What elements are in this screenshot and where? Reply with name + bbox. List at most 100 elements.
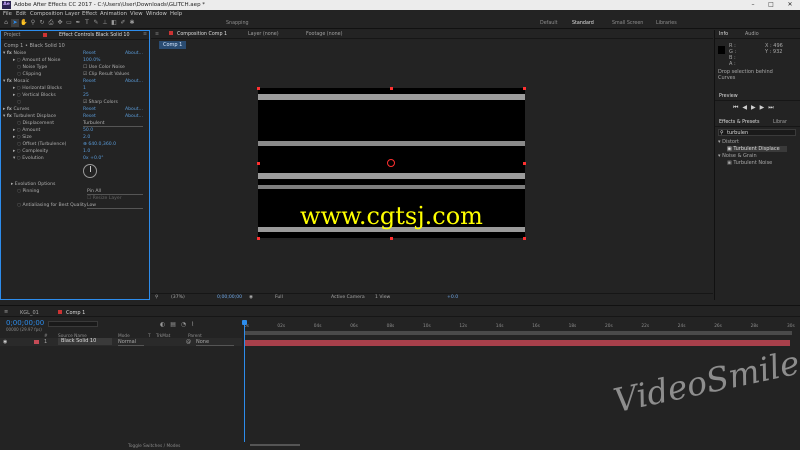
fx-clipping[interactable]: ◌ Clipping ☑ Clip Result Values [3,72,147,79]
panel-menu-icon[interactable]: ≡ [155,32,159,37]
fx-noise[interactable]: ▾ fx Noise Reset About... [3,51,147,58]
brush-tool-icon[interactable]: ✎ [92,19,100,27]
zoom-select[interactable]: (37%) [171,295,185,300]
hand-tool-icon[interactable]: ✋ [20,19,28,27]
panel-menu-icon[interactable]: ≡ [4,309,8,315]
fx-antialiasing[interactable]: ◌ Antialiasing for Best Quality Low [3,203,147,210]
layer-mode-select[interactable]: Normal [118,339,144,346]
tab-preview[interactable]: Preview [719,94,738,99]
tree-turbulent-noise[interactable]: ▣ Turbulent Noise [727,160,772,166]
graph-editor-icon[interactable]: ⌇ [191,321,199,328]
next-frame-icon[interactable]: ▶ [760,104,769,111]
fx-vertical-blocks[interactable]: ▸ ◌ Vertical Blocks 25 [3,93,147,100]
menu-window[interactable]: Window [146,11,167,17]
prev-frame-icon[interactable]: ◀ [742,104,751,111]
transform-handle[interactable] [257,87,260,90]
magnifier-icon[interactable]: ⚲ [155,295,158,300]
resolution-select[interactable]: Full [275,295,283,300]
layer-parent-select[interactable]: None [196,339,234,346]
current-time[interactable]: 0;00;00;00 [217,295,242,300]
tab-effects-presets[interactable]: Effects & Presets [719,120,760,125]
pan-behind-tool-icon[interactable]: ✥ [56,19,64,27]
fx-mosaic[interactable]: ▾ fx Mosaic Reset About... [3,79,147,86]
shy-icon[interactable]: ◐ [160,321,170,328]
layer-duration-bar[interactable] [244,340,790,346]
play-icon[interactable]: ▶ [751,104,760,111]
time-ruler[interactable] [244,320,794,330]
menu-composition[interactable]: Composition [30,11,63,17]
menu-edit[interactable]: Edit [16,11,26,17]
fx-noise-type[interactable]: ◌ Noise Type ☐ Use Color Noise [3,65,147,72]
tab-footage[interactable]: Footage (none) [306,32,343,37]
fx-evolution[interactable]: ▾ ◌ Evolution 0x +0.0° [3,156,147,163]
minimize-icon[interactable]: – [744,1,762,9]
menu-animation[interactable]: Animation [100,11,127,17]
layer-row[interactable]: ◉ 1 Black Solid 10 Normal @ None [0,338,242,346]
tree-turbulent-displace[interactable]: ▣ Turbulent Displace [727,146,787,152]
timeline-search-input[interactable] [48,321,98,327]
lock-icon[interactable] [43,33,47,37]
label-color-swatch[interactable] [34,340,39,344]
fx-pinning[interactable]: ◌ Pinning Pin All [3,189,147,196]
exposure-value[interactable]: +0.0 [447,295,458,300]
workspace-libraries[interactable]: Libraries [656,21,677,26]
maximize-icon[interactable]: □ [762,1,780,9]
eraser-tool-icon[interactable]: ◧ [110,19,118,27]
fx-amount-of-noise[interactable]: ▸ ◌ Amount of Noise 100.0% [3,58,147,65]
motion-blur-icon[interactable]: ◔ [181,321,191,328]
roto-brush-tool-icon[interactable]: ✐ [119,19,127,27]
tab-audio[interactable]: Audio [745,32,759,37]
active-camera-select[interactable]: Active Camera [331,295,365,300]
menu-help[interactable]: Help [170,11,182,17]
transform-handle[interactable] [523,87,526,90]
selection-tool-icon[interactable]: ➤ [11,19,19,27]
layer-name[interactable]: Black Solid 10 [58,338,112,345]
tree-distort[interactable]: ▾ Distort [718,139,739,145]
tab-comp-1[interactable]: Comp 1 [66,310,85,316]
fx-complexity[interactable]: ▸ ◌ Complexity 1.0 [3,149,147,156]
evolution-dial[interactable] [83,164,97,178]
lock-icon[interactable] [58,310,62,314]
parent-pickwhip-icon[interactable]: @ [186,339,191,345]
eye-icon[interactable]: ◉ [3,339,7,345]
transform-handle[interactable] [523,162,526,165]
anchor-point-icon[interactable] [387,159,395,167]
tree-noise-grain[interactable]: ▾ Noise & Grain [718,153,757,159]
transform-handle[interactable] [390,237,393,240]
toggle-switches-modes[interactable]: Toggle Switches / Modes [128,444,180,449]
frame-blend-icon[interactable]: ▤ [170,321,181,328]
panel-menu-icon[interactable]: ≡ [143,32,147,37]
tab-layer[interactable]: Layer (none) [248,32,279,37]
rotate-tool-icon[interactable]: ↻ [38,19,46,27]
first-frame-icon[interactable]: ⏮ [733,104,742,111]
lock-icon[interactable] [169,31,173,35]
work-area-bar[interactable] [244,331,792,335]
menu-layer[interactable]: Layer [65,11,80,17]
fx-curves[interactable]: ▸ fx Curves Reset About... [3,107,147,114]
tab-composition[interactable]: Composition Comp 1 [177,32,227,37]
fx-sharp-colors[interactable]: ◌ ☑ Sharp Colors [3,100,147,107]
tab-kgl-01[interactable]: KGL_01 [20,310,39,316]
playhead-handle[interactable] [242,320,247,325]
workspace-standard[interactable]: Standard [572,21,594,26]
home-icon[interactable]: ⌂ [2,19,10,27]
pen-tool-icon[interactable]: ✒ [74,19,82,27]
fx-turbulent-displace[interactable]: ▾ fx Turbulent Displace Reset About... [3,114,147,121]
zoom-slider[interactable] [250,444,300,446]
timeline-timecode[interactable]: 0;00;00;00 [6,319,44,327]
transform-handle[interactable] [523,237,526,240]
workspace-small-screen[interactable]: Small Screen [612,21,643,26]
zoom-tool-icon[interactable]: ⚲ [29,19,37,27]
last-frame-icon[interactable]: ⏭ [768,104,777,111]
fx-resize-layer[interactable]: ☐ Resize Layer [3,196,147,203]
close-icon[interactable]: ✕ [781,1,799,9]
menu-view[interactable]: View [130,11,143,17]
menu-effect[interactable]: Effect [82,11,97,17]
comp-tab-chip[interactable]: Comp 1 [159,41,187,49]
workspace-default[interactable]: Default [540,21,558,26]
type-tool-icon[interactable]: T [83,19,91,27]
playhead[interactable] [244,320,245,442]
puppet-tool-icon[interactable]: ✱ [128,19,136,27]
fx-size[interactable]: ▸ ◌ Size 2.0 [3,135,147,142]
transform-handle[interactable] [390,87,393,90]
